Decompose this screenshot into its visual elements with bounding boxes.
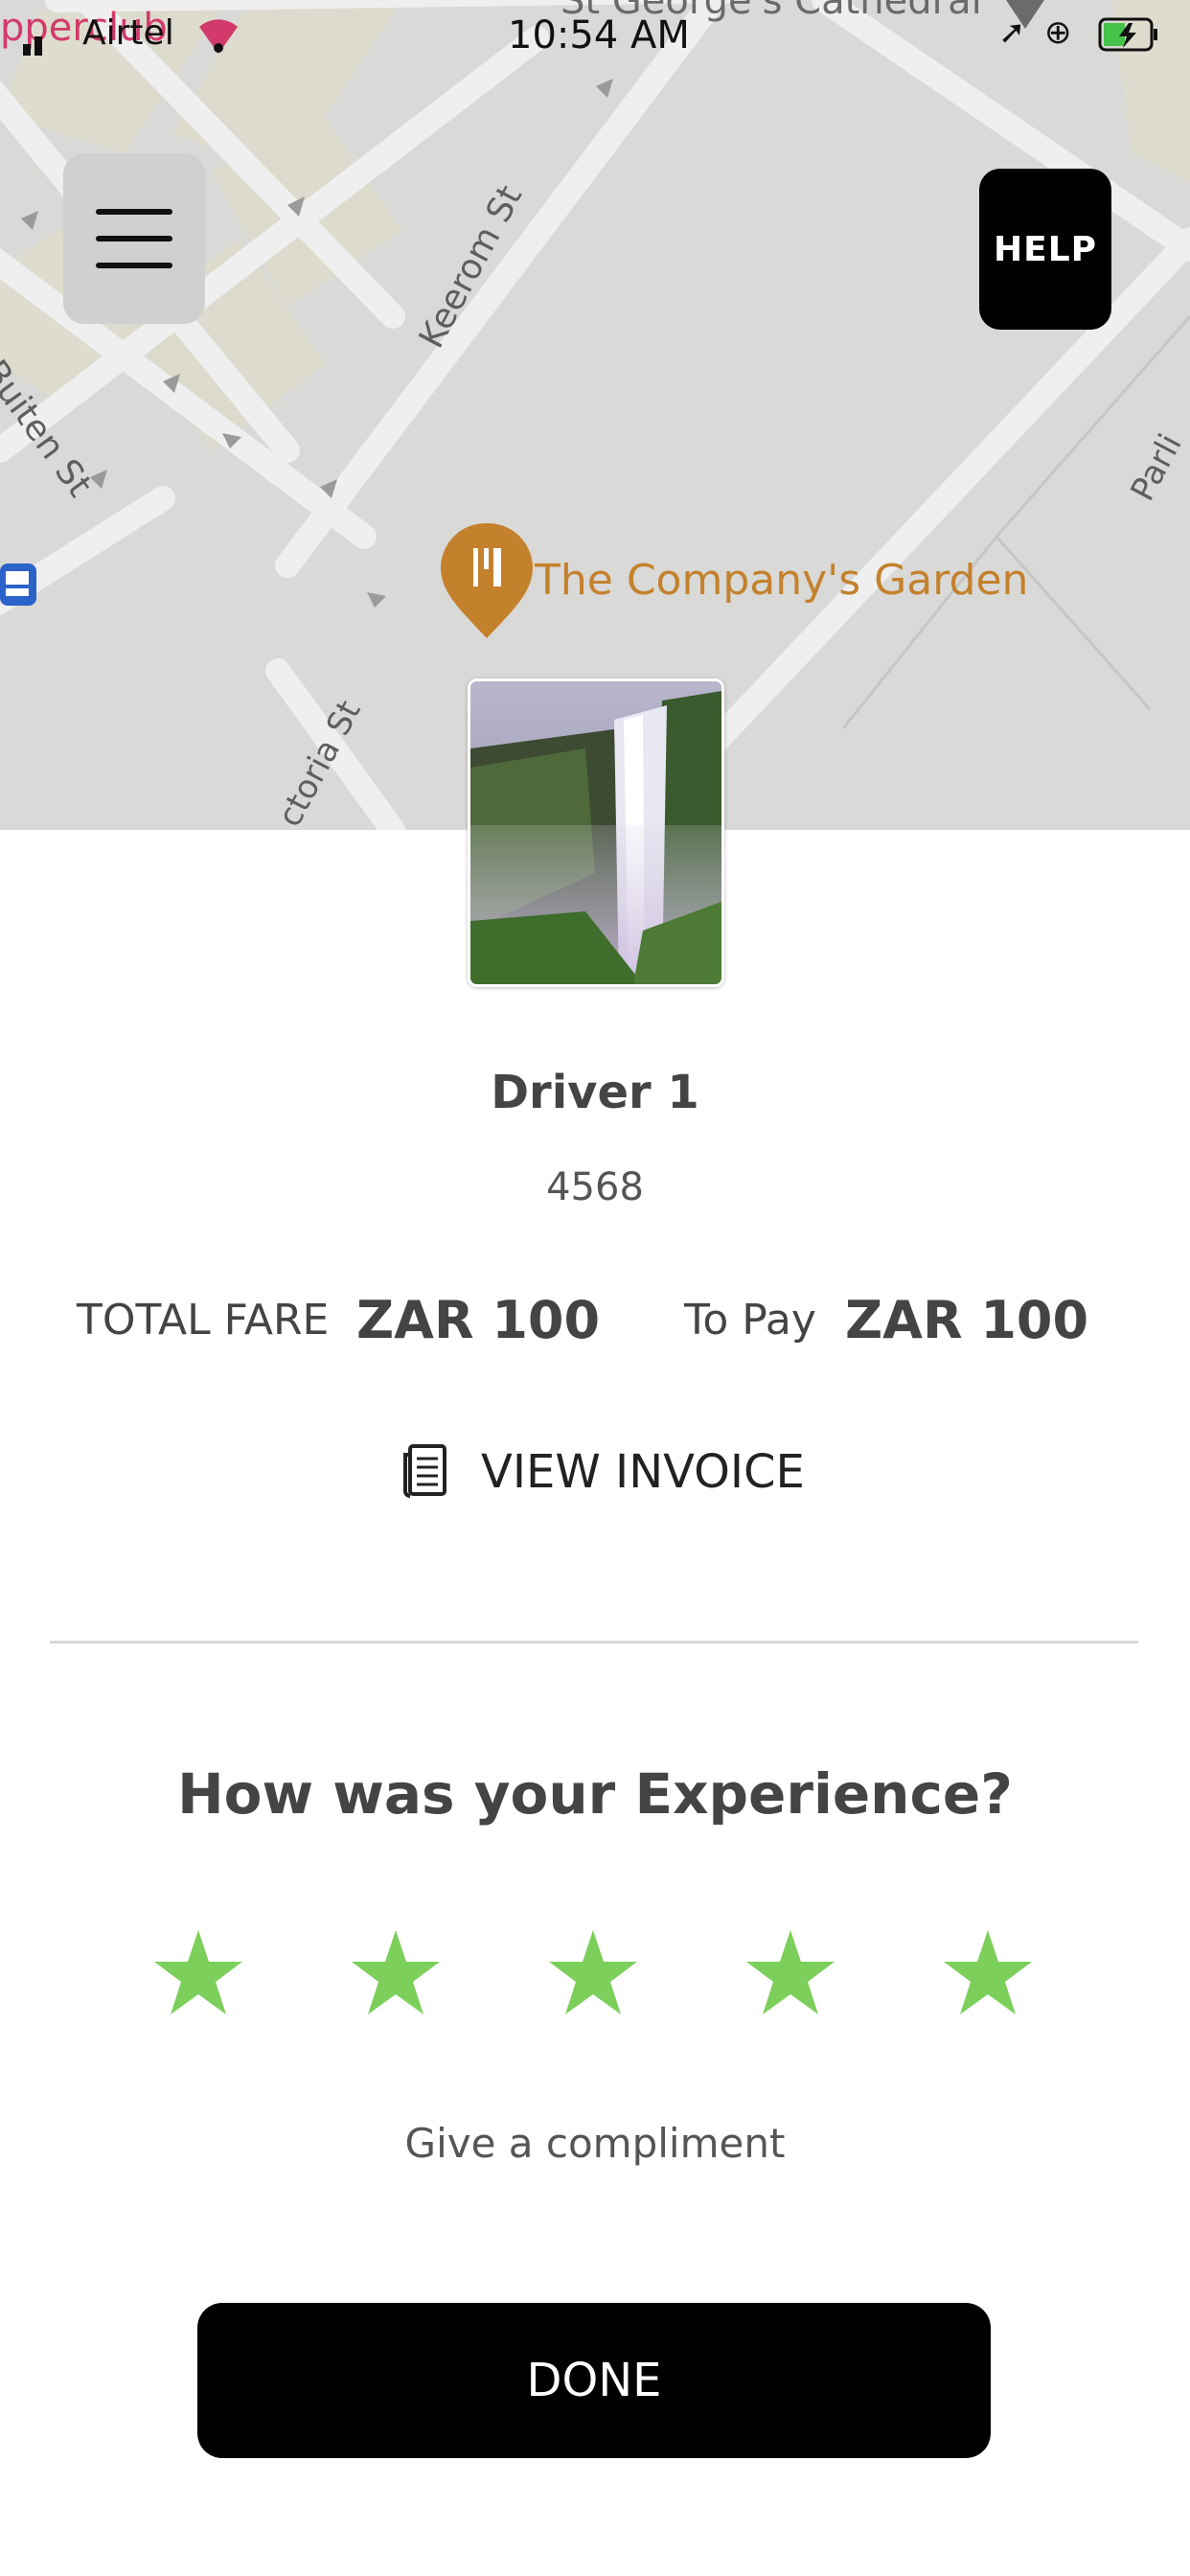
rating-star-2-icon[interactable] — [348, 1926, 444, 2022]
hamburger-menu-icon-bar-3 — [96, 263, 172, 268]
battery-icon — [1098, 17, 1157, 52]
rating-star-4-icon[interactable] — [743, 1926, 838, 2022]
driver-id: 4568 — [546, 1165, 644, 1209]
status-time: 10:54 AM — [508, 13, 690, 58]
location-arrow-icon: ➚ — [998, 13, 1026, 52]
rating-star-3-icon[interactable] — [545, 1926, 641, 2022]
rotation-lock-icon: ⊕ — [1044, 13, 1072, 52]
rating-title: How was your Experience? — [177, 1761, 1013, 1827]
hamburger-menu-icon-bar-2 — [96, 236, 172, 242]
give-compliment-link[interactable]: Give a compliment — [0, 2120, 1190, 2167]
view-invoice-label: VIEW INVOICE — [481, 1445, 805, 1499]
bus-stop-icon — [0, 564, 36, 606]
total-fare-label: TOTAL FARE — [77, 1296, 330, 1345]
driver-avatar — [468, 678, 724, 987]
map-label-garden: The Company's Garden — [535, 556, 1029, 605]
help-button[interactable]: HELP — [979, 169, 1111, 330]
wifi-icon — [199, 19, 238, 54]
to-pay-value: ZAR 100 — [845, 1290, 1089, 1350]
hamburger-menu-icon — [96, 209, 172, 215]
driver-name: Driver 1 — [491, 1066, 699, 1119]
rating-star-1-icon[interactable] — [150, 1926, 246, 2022]
signal-icon — [23, 36, 42, 56]
carrier-label: Airtel — [82, 13, 174, 53]
status-bar: pperclub Airtel 10:54 AM ➚ ⊕ — [0, 0, 1190, 69]
menu-button[interactable] — [63, 153, 205, 324]
section-divider — [50, 1641, 1138, 1644]
invoice-document-icon — [403, 1444, 446, 1498]
done-button[interactable]: DONE — [197, 2303, 991, 2458]
total-fare-value: ZAR 100 — [356, 1290, 601, 1350]
to-pay-label: To Pay — [684, 1296, 816, 1345]
rating-star-5-icon[interactable] — [940, 1926, 1036, 2022]
